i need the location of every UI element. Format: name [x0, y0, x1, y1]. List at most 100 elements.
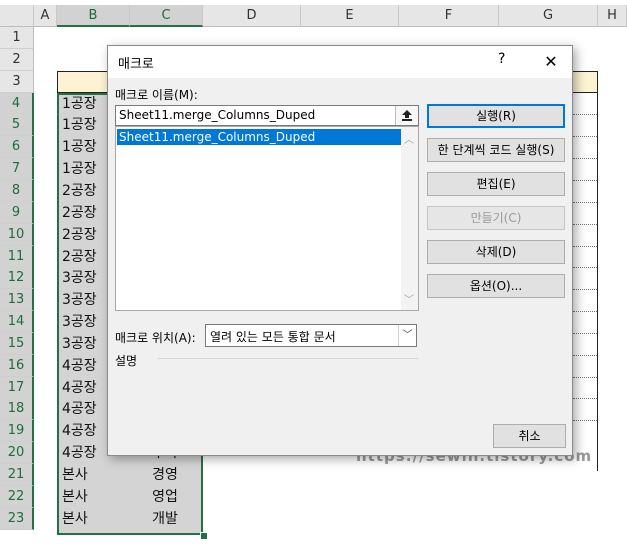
row-header-16[interactable]: 16: [0, 354, 34, 377]
column-header-f[interactable]: F: [399, 5, 499, 27]
scroll-up-icon[interactable]: ︿: [404, 131, 414, 146]
dialog-titlebar: 매크로 ? ✕: [108, 46, 572, 78]
cell-border-line: [573, 376, 597, 378]
cell-border-line: [573, 332, 597, 334]
macro-list-item[interactable]: Sheet11.merge_Columns_Duped: [117, 129, 401, 145]
cell-border-line: [573, 136, 597, 138]
cell-b15[interactable]: 3공장: [62, 333, 97, 355]
cell-border-line: [573, 201, 597, 203]
cancel-button[interactable]: 취소: [493, 424, 566, 448]
table-right-border: [597, 71, 598, 471]
column-header-g[interactable]: G: [499, 5, 598, 27]
row-header-19[interactable]: 19: [0, 420, 34, 443]
macro-dialog: 매크로 ? ✕ 매크로 이름(M): Sheet11.merge_Columns…: [107, 45, 573, 456]
cell-border-line: [573, 114, 597, 116]
cell-b6[interactable]: 1공장: [62, 136, 97, 158]
macro-list[interactable]: Sheet11.merge_Columns_Duped ︿ ﹀: [115, 126, 419, 311]
cell-b17[interactable]: 4공장: [62, 377, 97, 399]
help-button[interactable]: ?: [498, 51, 505, 67]
macro-name-input[interactable]: Sheet11.merge_Columns_Duped: [115, 105, 419, 126]
list-scrollbar[interactable]: ︿ ﹀: [401, 127, 418, 310]
row-header-18[interactable]: 18: [0, 398, 34, 421]
macro-name-label: 매크로 이름(M):: [115, 88, 198, 102]
cell-b4[interactable]: 1공장: [62, 93, 97, 115]
delete-button[interactable]: 삭제(D): [427, 240, 565, 264]
row-header-4[interactable]: 4: [0, 92, 34, 115]
cell-b5[interactable]: 1공장: [62, 114, 97, 136]
row-header-21[interactable]: 21: [0, 464, 34, 486]
row-header-11[interactable]: 11: [0, 245, 34, 268]
cell-b11[interactable]: 2공장: [62, 246, 97, 268]
run-button[interactable]: 실행(R): [427, 104, 565, 128]
row-header-14[interactable]: 14: [0, 311, 34, 334]
cell-b21[interactable]: 본사: [62, 464, 88, 486]
cell-c21[interactable]: 경영: [130, 464, 200, 486]
row-header-8[interactable]: 8: [0, 179, 34, 202]
column-header-b[interactable]: B: [57, 5, 130, 27]
row-header-15[interactable]: 15: [0, 332, 34, 355]
close-button[interactable]: ✕: [536, 49, 566, 75]
cell-border-line: [573, 158, 597, 160]
row-header-5[interactable]: 5: [0, 114, 34, 137]
cell-border-line: [573, 223, 597, 225]
cell-border-line: [573, 398, 597, 400]
row-header-13[interactable]: 13: [0, 289, 34, 312]
cell-border-line: [573, 179, 597, 181]
cell-b8[interactable]: 2공장: [62, 180, 97, 202]
column-header-e[interactable]: E: [301, 5, 399, 27]
cell-b22[interactable]: 본사: [62, 486, 88, 508]
cell-b7[interactable]: 1공장: [62, 158, 97, 180]
column-header-d[interactable]: D: [203, 5, 301, 27]
options-button[interactable]: 옵션(O)...: [427, 274, 565, 298]
dialog-title: 매크로: [118, 57, 154, 72]
select-all-corner[interactable]: [0, 5, 34, 27]
row-header-22[interactable]: 22: [0, 485, 34, 508]
row-header-12[interactable]: 12: [0, 267, 34, 290]
row-header-3[interactable]: 3: [0, 70, 34, 93]
column-header-a[interactable]: A: [34, 5, 57, 27]
cell-border-line: [573, 354, 597, 356]
macro-location-value: 열려 있는 모든 통합 문서: [210, 330, 336, 344]
step-into-button[interactable]: 한 단계씩 코드 실행(S): [427, 138, 565, 162]
cell-border-line: [573, 267, 597, 269]
cell-b19[interactable]: 4공장: [62, 420, 97, 442]
cell-border-line: [573, 311, 597, 313]
description-divider: [158, 358, 418, 359]
cell-b23[interactable]: 본사: [62, 508, 88, 530]
cell-b12[interactable]: 3공장: [62, 267, 97, 289]
row-header-10[interactable]: 10: [0, 223, 34, 246]
fill-handle[interactable]: [200, 532, 208, 540]
cell-c22[interactable]: 영업: [130, 486, 200, 508]
column-header-c[interactable]: C: [130, 5, 203, 27]
cell-c23[interactable]: 개발: [130, 508, 200, 530]
row-header-1[interactable]: 1: [0, 27, 34, 49]
upload-arrow-icon: [402, 110, 412, 121]
macro-location-select[interactable]: 열려 있는 모든 통합 문서 ﹀: [205, 324, 417, 347]
cell-border-line: [573, 420, 597, 422]
create-button[interactable]: 만들기(C): [427, 206, 565, 230]
row-header-9[interactable]: 9: [0, 201, 34, 224]
cell-b9[interactable]: 2공장: [62, 202, 97, 224]
collapse-dialog-button[interactable]: [395, 106, 418, 125]
chevron-down-icon[interactable]: ﹀: [398, 325, 416, 346]
cell-b20[interactable]: 4공장: [62, 442, 97, 464]
cell-border-line: [573, 289, 597, 291]
column-header-h[interactable]: H: [598, 5, 627, 27]
cell-b14[interactable]: 3공장: [62, 311, 97, 333]
row-header-2[interactable]: 2: [0, 48, 34, 71]
cell-b13[interactable]: 3공장: [62, 289, 97, 311]
row-header-7[interactable]: 7: [0, 158, 34, 181]
row-header-20[interactable]: 20: [0, 442, 34, 465]
scroll-down-icon[interactable]: ﹀: [404, 291, 414, 306]
row-header-6[interactable]: 6: [0, 136, 34, 159]
macro-location-label: 매크로 위치(A):: [115, 331, 196, 345]
macro-name-value: Sheet11.merge_Columns_Duped: [119, 108, 316, 122]
row-header-23[interactable]: 23: [0, 507, 34, 530]
description-label: 설명: [115, 354, 138, 368]
edit-button[interactable]: 편집(E): [427, 172, 565, 196]
cell-b10[interactable]: 2공장: [62, 224, 97, 246]
cell-border-line: [573, 245, 597, 247]
cell-b16[interactable]: 4공장: [62, 355, 97, 377]
cell-b18[interactable]: 4공장: [62, 398, 97, 420]
row-header-17[interactable]: 17: [0, 376, 34, 399]
